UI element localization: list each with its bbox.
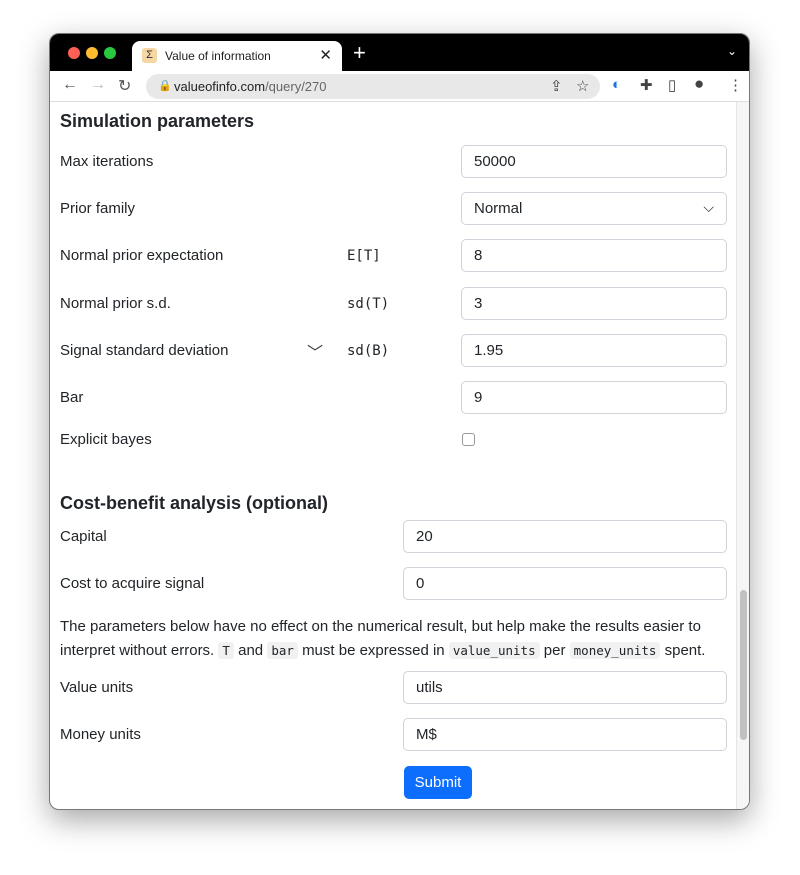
- units-note: The parameters below have no effect on t…: [60, 615, 710, 663]
- signal-sd-label: Signal standard deviation: [60, 342, 229, 359]
- note-per: per: [543, 642, 566, 659]
- profile-avatar-icon[interactable]: ●: [694, 74, 704, 94]
- prior-expectation-math: E[T]: [347, 248, 381, 264]
- code-bar: bar: [267, 642, 298, 659]
- prior-expectation-input[interactable]: 8: [461, 239, 727, 272]
- cost-label: Cost to acquire signal: [60, 575, 205, 592]
- tab-title: Value of information: [165, 49, 271, 63]
- max-iterations-label: Max iterations: [60, 153, 154, 170]
- scrollbar-thumb[interactable]: [740, 590, 747, 740]
- prior-expectation-label: Normal prior expectation: [60, 247, 224, 264]
- note-and: and: [238, 642, 264, 659]
- maximize-window-button[interactable]: [104, 47, 116, 59]
- url-host: valueofinfo.com: [174, 79, 266, 94]
- page-content: Simulation parameters Max iterations 500…: [50, 102, 738, 809]
- prior-sd-math: sd(T): [347, 296, 390, 312]
- signal-sd-math: sd(B): [347, 343, 390, 359]
- url-text: valueofinfo.com/query/270: [174, 79, 327, 94]
- explicit-bayes-label: Explicit bayes: [60, 431, 152, 448]
- bar-label: Bar: [60, 389, 84, 406]
- simulation-heading: Simulation parameters: [60, 111, 255, 131]
- browser-tab[interactable]: Σ Value of information ✕: [132, 41, 342, 71]
- forward-icon[interactable]: →: [90, 76, 106, 94]
- lock-icon: 🔒: [158, 80, 172, 92]
- tab-bar: Σ Value of information ✕ + ⌄: [50, 34, 749, 71]
- sigma-favicon-icon: Σ: [142, 48, 157, 63]
- new-tab-icon[interactable]: +: [353, 40, 366, 66]
- reload-icon[interactable]: ↻: [118, 76, 131, 96]
- browser-window: Σ Value of information ✕ + ⌄ ← → ↻ 🔒 val…: [49, 33, 750, 810]
- extension-icon[interactable]: ◐: [612, 76, 621, 93]
- close-window-button[interactable]: [68, 47, 80, 59]
- address-bar[interactable]: 🔒 valueofinfo.com/query/270 ⇪ ☆: [146, 74, 600, 99]
- cost-benefit-heading: Cost-benefit analysis (optional): [60, 493, 329, 513]
- scrollbar[interactable]: [736, 102, 749, 809]
- back-icon[interactable]: ←: [62, 76, 78, 94]
- value-units-input[interactable]: utils: [403, 671, 727, 704]
- menu-kebab-icon[interactable]: ⋮: [728, 76, 743, 94]
- capital-input[interactable]: 20: [403, 520, 727, 553]
- note-must: must be expressed in: [302, 642, 445, 659]
- signal-sd-input[interactable]: 1.95: [461, 334, 727, 367]
- submit-button[interactable]: Submit: [404, 766, 472, 799]
- prior-family-value: Normal: [474, 200, 523, 217]
- tab-search-chevron-icon[interactable]: ⌄: [727, 44, 737, 58]
- share-icon[interactable]: ⇪: [550, 77, 563, 95]
- bar-input[interactable]: 9: [461, 381, 727, 414]
- capital-label: Capital: [60, 528, 107, 545]
- value-units-label: Value units: [60, 679, 134, 696]
- puzzle-extensions-icon[interactable]: ✚: [640, 76, 653, 94]
- browser-toolbar: ← → ↻ 🔒 valueofinfo.com/query/270 ⇪ ☆ ◐ …: [50, 71, 749, 102]
- url-path: /query/270: [265, 79, 327, 94]
- code-money-units: money_units: [569, 642, 661, 659]
- explicit-bayes-checkbox[interactable]: [462, 433, 475, 446]
- prior-sd-label: Normal prior s.d.: [60, 295, 171, 312]
- expand-chevron-icon[interactable]: ﹀: [307, 339, 323, 363]
- money-units-label: Money units: [60, 726, 141, 743]
- code-value-units: value_units: [448, 642, 540, 659]
- note-spent: spent.: [664, 642, 706, 659]
- side-panel-icon[interactable]: ▯: [668, 76, 676, 94]
- money-units-input[interactable]: M$: [403, 718, 727, 751]
- prior-family-select[interactable]: Normal ⌵: [461, 192, 727, 225]
- prior-family-label: Prior family: [60, 200, 136, 217]
- chevron-down-icon: ⌵: [703, 199, 714, 215]
- bookmark-star-icon[interactable]: ☆: [576, 77, 589, 95]
- cost-input[interactable]: 0: [403, 567, 727, 600]
- close-tab-icon[interactable]: ✕: [319, 46, 332, 64]
- code-T: T: [218, 642, 234, 659]
- minimize-window-button[interactable]: [86, 47, 98, 59]
- max-iterations-input[interactable]: 50000: [461, 145, 727, 178]
- prior-sd-input[interactable]: 3: [461, 287, 727, 320]
